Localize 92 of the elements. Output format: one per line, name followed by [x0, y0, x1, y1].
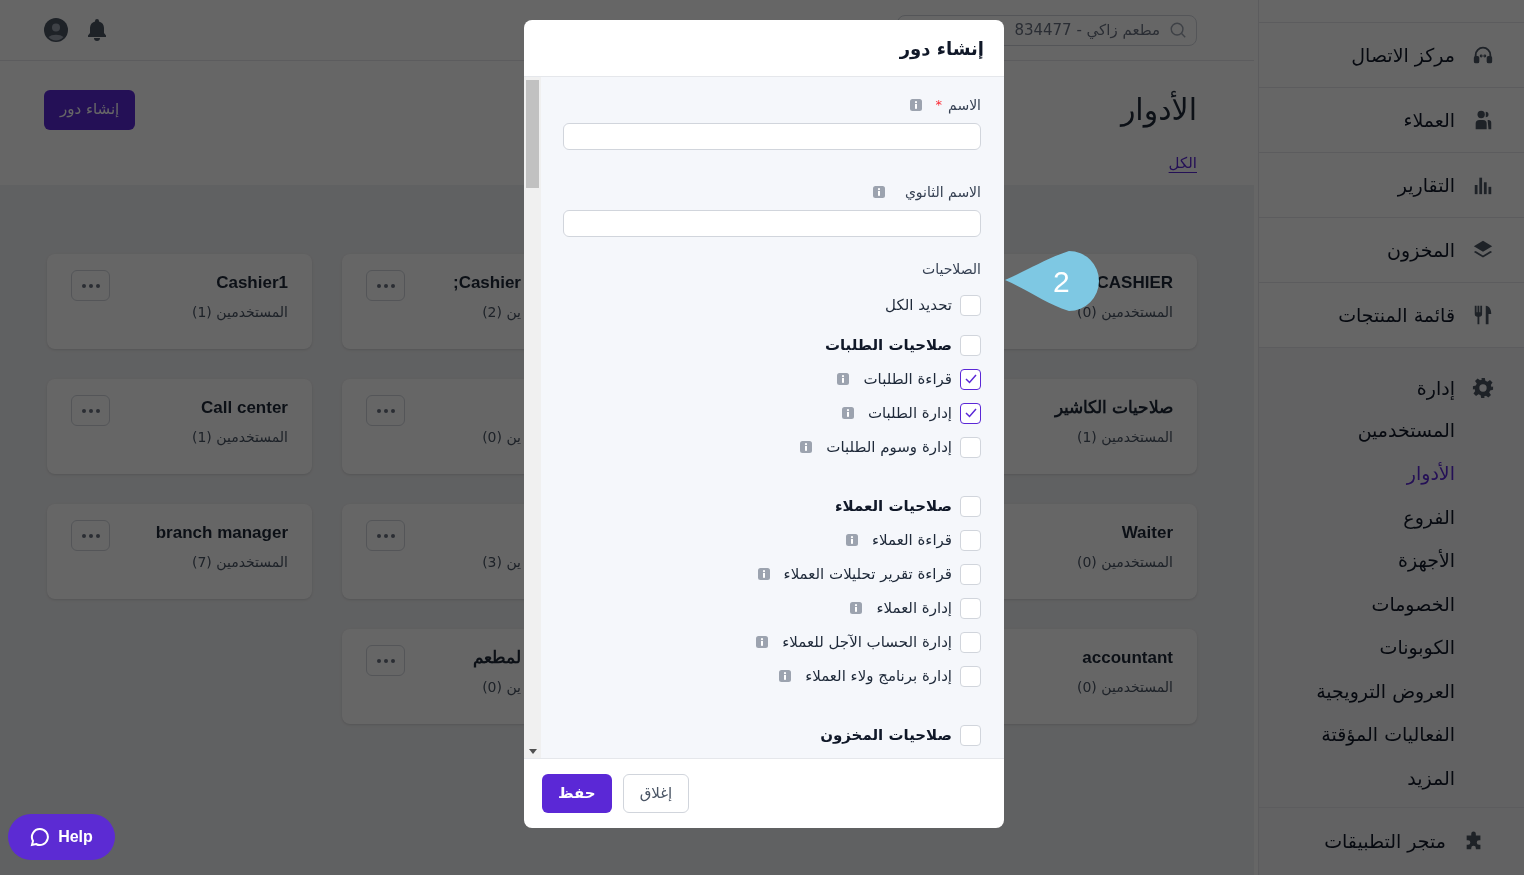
sidebar-item[interactable]: التقارير [1259, 153, 1524, 218]
more-button[interactable] [71, 395, 110, 426]
checkbox-label: إدارة برنامج ولاء العملاء [805, 665, 952, 687]
more-button[interactable] [366, 520, 405, 551]
group-label: صلاحيات العملاء [834, 495, 952, 517]
info-icon[interactable] [909, 99, 922, 111]
chat-bubble-icon [30, 827, 51, 847]
more-button[interactable] [366, 645, 405, 676]
checkbox-label: إدارة العملاء [876, 597, 952, 619]
close-button[interactable]: إغلاق [622, 774, 690, 813]
text-input[interactable] [563, 210, 981, 237]
info-icon[interactable] [779, 670, 792, 682]
sidebar-link[interactable]: الفروع [1403, 502, 1455, 531]
user-count: المستخدمين (1) [191, 428, 288, 448]
info-icon[interactable] [841, 407, 854, 419]
fork-knife-icon [1472, 304, 1494, 326]
role-name: Call center [201, 397, 288, 415]
sidebar-link[interactable]: الكوبونات [1379, 633, 1455, 662]
checkbox-label: قراءة الطلبات [863, 368, 952, 390]
user-count: المستخدمين (1) [191, 303, 288, 323]
more-icon [376, 658, 395, 663]
section-label: الصلاحيات [921, 260, 981, 279]
info-icon[interactable] [850, 602, 863, 614]
more-icon [81, 283, 100, 288]
sidebar-link[interactable]: الخصومات [1371, 589, 1455, 618]
gear-icon [1472, 377, 1494, 399]
sidebar-link[interactable]: الأجهزة [1397, 546, 1455, 575]
info-icon[interactable] [800, 441, 813, 453]
more-icon [81, 533, 100, 538]
sidebar-item[interactable]: مركز الاتصال [1259, 23, 1524, 88]
role-name: accountant [1082, 647, 1173, 665]
checkbox-label: إدارة الحساب الآجل للعملاء [782, 631, 952, 653]
checkbox-label: تحديد الكل [885, 294, 952, 316]
user-count: ين (2) [482, 303, 521, 323]
role-name: Cashier1 [216, 272, 288, 290]
check-icon [964, 374, 977, 384]
info-icon[interactable] [872, 186, 885, 198]
sidebar-link[interactable]: العروض الترويجية [1316, 676, 1455, 705]
checkbox-label: قراءة العملاء [872, 529, 952, 551]
more-button[interactable] [71, 270, 110, 301]
checkbox-label: إدارة الطلبات [867, 402, 952, 424]
scrollbar-thumb[interactable] [526, 80, 539, 188]
checkbox[interactable] [960, 402, 981, 424]
group-label: صلاحيات الطلبات [824, 334, 952, 356]
role-name: Waiter [1121, 522, 1173, 540]
more-button[interactable] [71, 520, 110, 551]
role-name: branch manager [155, 522, 288, 540]
checkbox[interactable] [960, 368, 981, 390]
group-label: صلاحيات المخزون [820, 724, 952, 746]
info-icon[interactable] [757, 568, 770, 580]
more-icon [376, 533, 395, 538]
field-label: الاسم [948, 95, 981, 116]
sidebar-link[interactable]: الأدوار [1406, 459, 1455, 488]
bell-icon[interactable] [86, 18, 108, 42]
sidebar-link[interactable]: المستخدمين [1357, 415, 1455, 444]
user-count: المستخدمين (1) [1076, 428, 1173, 448]
info-icon[interactable] [837, 373, 850, 385]
sidebar-link[interactable]: المزيد [1407, 763, 1455, 792]
more-icon [81, 408, 100, 413]
sidebar-item[interactable]: العملاء [1259, 88, 1524, 153]
user-avatar-icon[interactable] [44, 18, 68, 42]
checkbox-label: قراءة تقرير تحليلات العملاء [783, 563, 952, 585]
info-icon[interactable] [756, 636, 769, 648]
more-icon [376, 283, 395, 288]
user-count: ين (0) [482, 428, 521, 448]
user-count: المستخدمين (0) [1076, 678, 1173, 698]
create-role-button[interactable]: إنشاء دور [44, 89, 136, 130]
sidebar-item[interactable]: إدارة [1259, 368, 1524, 408]
help-button[interactable]: Help [8, 814, 115, 860]
save-button[interactable]: حفظ [542, 774, 612, 813]
sidebar-item[interactable]: المخزون [1259, 218, 1524, 283]
user-count: ين (3) [482, 553, 521, 573]
filter-tab[interactable]: الكل [1168, 152, 1197, 175]
field-label: الاسم الثانوي [904, 182, 981, 203]
checkbox-label: إدارة وسوم الطلبات [826, 436, 952, 458]
more-button[interactable] [366, 270, 405, 301]
headset-icon [1472, 44, 1494, 66]
more-icon [376, 408, 395, 413]
role-name: Cashier; [452, 272, 521, 290]
page-title: الأدوار [1120, 90, 1197, 130]
user-count: المستخدمين (0) [1076, 553, 1173, 573]
more-button[interactable] [366, 395, 405, 426]
check-icon [964, 408, 977, 418]
required-mark: * [935, 96, 943, 115]
info-icon[interactable] [846, 534, 859, 546]
user-count: المستخدمين (7) [191, 553, 288, 573]
sidebar-link[interactable]: الفعاليات المؤقتة [1321, 720, 1455, 749]
search-icon [1169, 20, 1187, 39]
text-input[interactable] [563, 123, 981, 150]
scroll-down-arrow-icon[interactable] [528, 749, 537, 754]
user-count: ين (0) [482, 678, 521, 698]
scrollbar[interactable] [524, 77, 541, 758]
